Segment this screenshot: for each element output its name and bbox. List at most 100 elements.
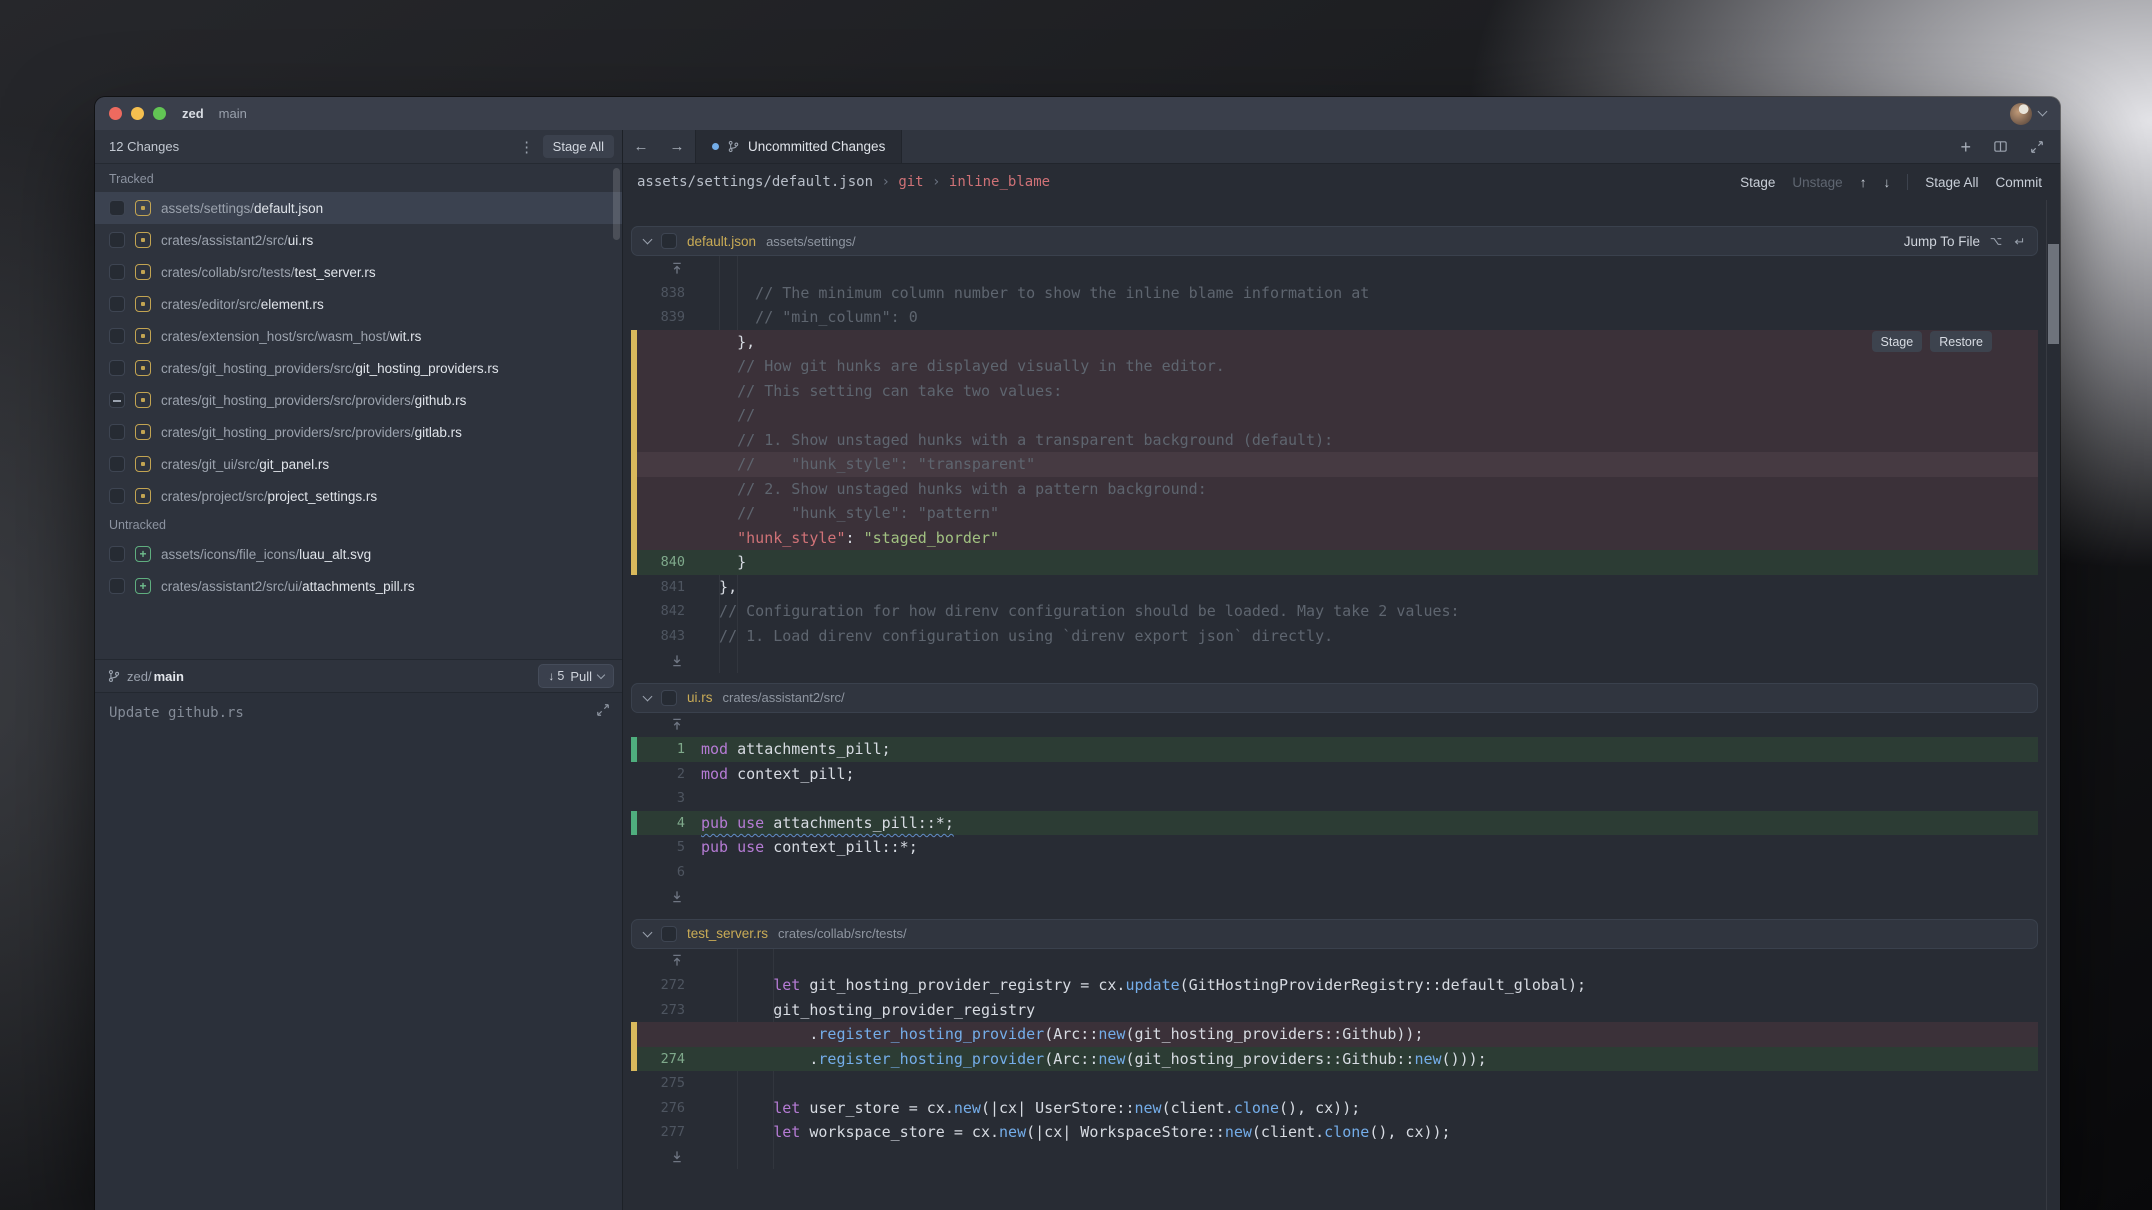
- file-row[interactable]: crates/git_hosting_providers/src/git_hos…: [95, 352, 622, 384]
- file-checkbox[interactable]: [109, 328, 125, 344]
- diff-line[interactable]: 6: [631, 860, 2038, 885]
- stage-all-button-sidebar[interactable]: Stage All: [543, 135, 614, 158]
- file-row[interactable]: assets/settings/default.json: [95, 192, 622, 224]
- diff-line[interactable]: 841 },: [631, 575, 2038, 600]
- diff-file-header[interactable]: test_server.rscrates/collab/src/tests/: [631, 919, 2038, 949]
- breadcrumb[interactable]: assets/settings/default.json › git › inl…: [637, 174, 1050, 190]
- file-row[interactable]: crates/project/src/project_settings.rs: [95, 480, 622, 512]
- diff-line[interactable]: 275: [631, 1071, 2038, 1096]
- commit-button[interactable]: Commit: [1996, 175, 2043, 190]
- expand-up-button[interactable]: [631, 718, 701, 731]
- diff-line[interactable]: 838 // The minimum column number to show…: [631, 281, 2038, 306]
- expand-down-button[interactable]: [631, 890, 701, 903]
- breadcrumb-segment[interactable]: git: [898, 174, 923, 190]
- file-row[interactable]: crates/extension_host/src/wasm_host/wit.…: [95, 320, 622, 352]
- file-checkbox[interactable]: [109, 488, 125, 504]
- minimize-button[interactable]: [131, 107, 144, 120]
- breadcrumb-segment[interactable]: assets/settings/default.json: [637, 174, 873, 190]
- hunk-stage-button[interactable]: Stage: [1872, 331, 1923, 352]
- file-checkbox[interactable]: [109, 264, 125, 280]
- breadcrumb-segment[interactable]: inline_blame: [949, 174, 1050, 190]
- diff-file-header[interactable]: ui.rscrates/assistant2/src/: [631, 683, 2038, 713]
- new-tab-button[interactable]: +: [1960, 138, 1971, 156]
- branch-name-label[interactable]: main: [154, 669, 184, 684]
- file-checkbox[interactable]: [109, 546, 125, 562]
- editor-scrollbar-thumb[interactable]: [2048, 244, 2059, 344]
- navigate-forward-button[interactable]: →: [659, 130, 695, 163]
- file-row[interactable]: crates/editor/src/element.rs: [95, 288, 622, 320]
- diff-line[interactable]: 842 // Configuration for how direnv conf…: [631, 599, 2038, 624]
- diff-line[interactable]: 277 let workspace_store = cx.new(|cx| Wo…: [631, 1120, 2038, 1145]
- zoom-button[interactable]: [153, 107, 166, 120]
- diff-line[interactable]: "hunk_style": "staged_border": [631, 526, 2038, 551]
- diff-line[interactable]: // 2. Show unstaged hunks with a pattern…: [631, 477, 2038, 502]
- diff-line[interactable]: 5pub use context_pill::*;: [631, 835, 2038, 860]
- navigate-back-button[interactable]: ←: [623, 130, 659, 163]
- expand-up-button[interactable]: [631, 262, 701, 275]
- diff-line[interactable]: //: [631, 403, 2038, 428]
- file-checkbox[interactable]: [109, 200, 125, 216]
- stage-all-button[interactable]: Stage All: [1925, 175, 1978, 190]
- diff-line[interactable]: .register_hosting_provider(Arc::new(git_…: [631, 1022, 2038, 1047]
- user-avatar[interactable]: [2010, 103, 2032, 125]
- file-checkbox[interactable]: [109, 456, 125, 472]
- expand-up-button[interactable]: [631, 954, 701, 967]
- chevron-down-icon[interactable]: [2038, 107, 2048, 117]
- diff-line[interactable]: // 1. Show unstaged hunks with a transpa…: [631, 428, 2038, 453]
- prev-hunk-button[interactable]: ↑: [1860, 175, 1867, 190]
- diff-editor[interactable]: default.jsonassets/settings/Jump To File…: [623, 200, 2046, 1210]
- diff-line[interactable]: // This setting can take two values:: [631, 379, 2038, 404]
- diff-line[interactable]: 843 // 1. Load direnv configuration usin…: [631, 624, 2038, 649]
- diff-line[interactable]: 2mod context_pill;: [631, 762, 2038, 787]
- diff-line[interactable]: 276 let user_store = cx.new(|cx| UserSto…: [631, 1096, 2038, 1121]
- commit-message-editor[interactable]: Update github.rs: [95, 692, 622, 1210]
- expand-pane-icon[interactable]: [2030, 140, 2044, 154]
- diff-line[interactable]: 273 git_hosting_provider_registry: [631, 998, 2038, 1023]
- diff-line[interactable]: 839 // "min_column": 0: [631, 305, 2038, 330]
- file-checkbox[interactable]: [109, 232, 125, 248]
- file-checkbox[interactable]: [661, 926, 677, 942]
- chevron-down-icon[interactable]: [643, 927, 653, 937]
- file-checkbox[interactable]: [109, 424, 125, 440]
- editor-scrollbar-track[interactable]: [2046, 200, 2060, 1210]
- file-row[interactable]: crates/git_hosting_providers/src/provide…: [95, 416, 622, 448]
- file-checkbox[interactable]: [109, 392, 125, 408]
- diff-line[interactable]: // "hunk_style": "pattern": [631, 501, 2038, 526]
- file-checkbox[interactable]: [109, 360, 125, 376]
- file-checkbox[interactable]: [661, 690, 677, 706]
- pull-button[interactable]: ↓ 5 Pull: [538, 664, 614, 688]
- expand-commit-editor-icon[interactable]: [596, 703, 610, 722]
- tab-uncommitted-changes[interactable]: Uncommitted Changes: [695, 130, 902, 163]
- file-row[interactable]: crates/git_ui/src/git_panel.rs: [95, 448, 622, 480]
- diff-line[interactable]: 274 .register_hosting_provider(Arc::new(…: [631, 1047, 2038, 1072]
- chevron-down-icon[interactable]: [643, 691, 653, 701]
- file-row[interactable]: crates/git_hosting_providers/src/provide…: [95, 384, 622, 416]
- file-row[interactable]: crates/assistant2/src/ui.rs: [95, 224, 622, 256]
- diff-line[interactable]: // How git hunks are displayed visually …: [631, 354, 2038, 379]
- file-row[interactable]: +crates/assistant2/src/ui/attachments_pi…: [95, 570, 622, 602]
- expand-down-button[interactable]: [631, 654, 701, 667]
- hunk-restore-button[interactable]: Restore: [1930, 331, 1992, 352]
- next-hunk-button[interactable]: ↓: [1883, 175, 1890, 190]
- file-checkbox[interactable]: [109, 296, 125, 312]
- diff-line[interactable]: // "hunk_style": "transparent": [631, 452, 2038, 477]
- diff-line[interactable]: },StageRestore: [631, 330, 2038, 355]
- diff-line[interactable]: 4pub use attachments_pill::*;: [631, 811, 2038, 836]
- file-checkbox[interactable]: [109, 578, 125, 594]
- diff-line[interactable]: 272 let git_hosting_provider_registry = …: [631, 973, 2038, 998]
- repo-name-label[interactable]: zed/: [127, 669, 152, 684]
- diff-line[interactable]: 1mod attachments_pill;: [631, 737, 2038, 762]
- expand-down-button[interactable]: [631, 1150, 701, 1163]
- window-titlebar[interactable]: zed main: [95, 97, 2060, 130]
- diff-line[interactable]: 840 }: [631, 550, 2038, 575]
- diff-file-header[interactable]: default.jsonassets/settings/Jump To File: [631, 226, 2038, 256]
- sidebar-scrollbar[interactable]: [613, 168, 620, 240]
- file-row[interactable]: +assets/icons/file_icons/luau_alt.svg: [95, 538, 622, 570]
- jump-to-file-button[interactable]: Jump To File: [1904, 234, 2025, 249]
- kebab-menu-icon[interactable]: ⋮: [517, 138, 537, 156]
- unstage-button[interactable]: Unstage: [1792, 175, 1842, 190]
- stage-button[interactable]: Stage: [1740, 175, 1775, 190]
- file-row[interactable]: crates/collab/src/tests/test_server.rs: [95, 256, 622, 288]
- chevron-down-icon[interactable]: [643, 235, 653, 245]
- split-pane-icon[interactable]: [1993, 139, 2008, 154]
